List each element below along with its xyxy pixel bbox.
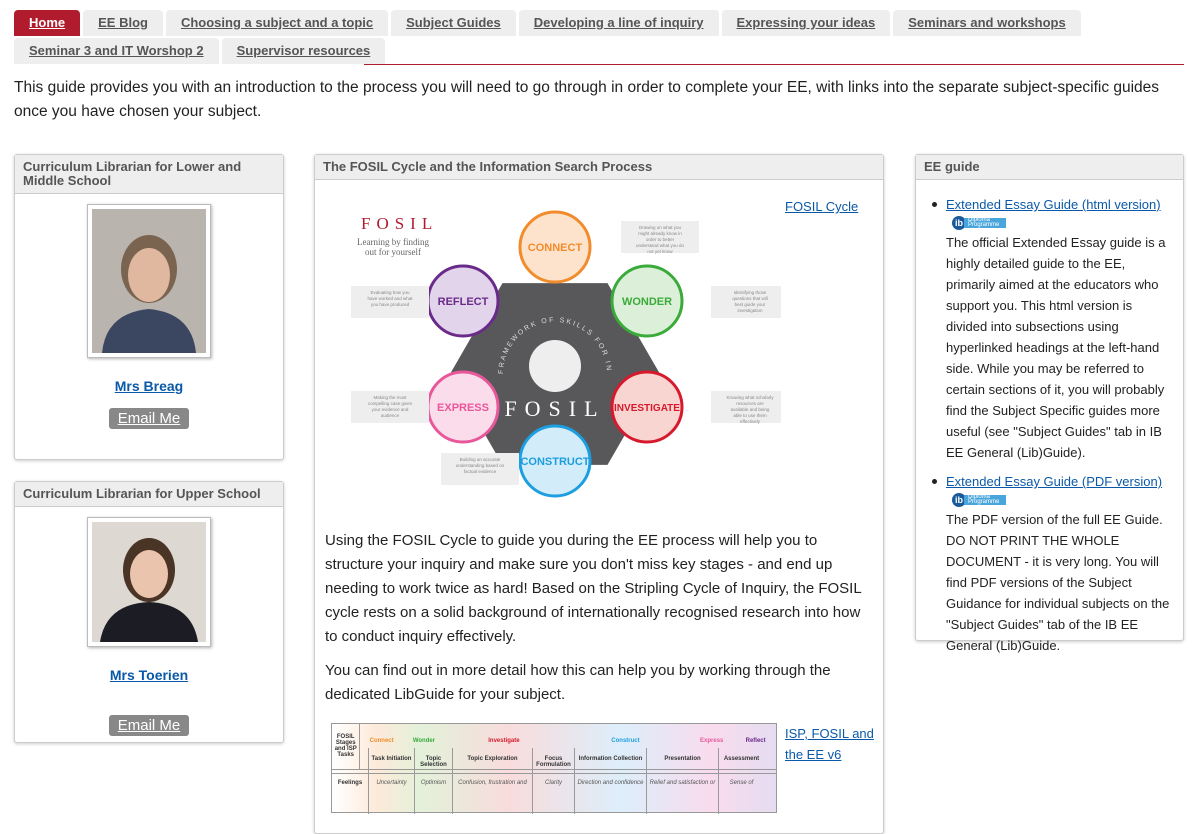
ee-guide-item: Extended Essay Guide (html version) ib Dip… — [932, 194, 1171, 463]
stage-label: INVESTIGATE — [614, 403, 680, 414]
librarian-box-upper: Curriculum Librarian for Upper School Mr… — [14, 481, 284, 743]
ib-logo: ib Diploma Programme — [952, 493, 1171, 507]
tab-expressing-your-ideas[interactable]: Expressing your ideas — [721, 10, 891, 36]
ee-guide-link[interactable]: Extended Essay Guide (html version) — [946, 197, 1161, 212]
tabs-divider — [364, 64, 1184, 65]
stage-note: Evaluating how you have worked and what yo… — [367, 290, 413, 307]
table-cell: Sense of — [718, 774, 764, 814]
tab-seminar-3-and-it-worshop-2[interactable]: Seminar 3 and IT Worshop 2 — [14, 38, 219, 64]
table-task-header: Presentation — [646, 748, 718, 773]
librarian-photo — [87, 204, 211, 358]
tab-ee-blog[interactable]: EE Blog — [83, 10, 163, 36]
ee-guide-description: The official Extended Essay guide is a h… — [946, 235, 1166, 460]
ee-guide-link[interactable]: Extended Essay Guide (PDF version) — [946, 474, 1162, 489]
table-cell: Uncertainty — [368, 774, 414, 814]
fosil-cycle-diagram[interactable]: FOSIL Learning by findingout for yourself… — [321, 191, 781, 511]
stage-note: Identifying those questions that will best… — [732, 290, 768, 313]
stage-label: CONNECT — [528, 242, 583, 254]
isp-fosil-ee-link[interactable]: ISP, FOSIL and the EE v6 — [785, 723, 875, 765]
table-task-header: Assessment — [718, 748, 764, 773]
table-cell: Direction and confidence — [574, 774, 646, 814]
librarian-name-link[interactable]: Mrs Toerien — [15, 667, 283, 683]
fosil-paragraph: You can find out in more detail how this… — [325, 662, 831, 703]
head-icon — [529, 340, 581, 392]
fosil-tagline: out for yourself — [365, 247, 421, 257]
stage-label: EXPRESS — [437, 402, 489, 414]
librarian-box-lower-middle: Curriculum Librarian for Lower and Middl… — [14, 154, 284, 460]
table-task-header: Topic Exploration — [452, 748, 532, 773]
tab-developing-a-line-of-inquiry[interactable]: Developing a line of inquiry — [518, 10, 719, 36]
tab-choosing-a-subject-and-a-topic[interactable]: Choosing a subject and a topic — [165, 10, 389, 36]
tab-seminars-and-workshops[interactable]: Seminars and workshops — [893, 10, 1081, 36]
tab-supervisor-resources[interactable]: Supervisor resources — [221, 38, 386, 64]
box-header: Curriculum Librarian for Lower and Middl… — [15, 155, 283, 194]
box-header: The FOSIL Cycle and the Information Sear… — [315, 155, 883, 180]
email-me-button[interactable]: Email Me — [108, 715, 190, 736]
fosil-text: Using the FOSIL Cycle to guide you durin… — [315, 529, 883, 707]
tab-home[interactable]: Home — [14, 10, 81, 36]
table-task-header: Focus Formulation — [532, 748, 574, 773]
fosil-box: The FOSIL Cycle and the Information Sear… — [314, 154, 884, 834]
ee-guide-item: Extended Essay Guide (PDF version) ib Dipl… — [932, 471, 1171, 656]
email-me-button[interactable]: Email Me — [108, 408, 190, 429]
fosil-tagline: Learning by finding — [357, 237, 429, 247]
ib-logo: ib Diploma Programme — [952, 216, 1171, 230]
ee-guide-box: EE guide Extended Essay Guide (html vers… — [915, 154, 1184, 653]
table-cell: Relief and satisfaction or — [646, 774, 718, 814]
table-cell: Optimism — [414, 774, 452, 814]
table-task-header: Task Initiation — [368, 748, 414, 773]
guide-tabs: Home EE Blog Choosing a subject and a topi… — [14, 10, 1184, 66]
fosil-logo-text: FOSIL — [361, 214, 438, 233]
intro-text: This guide provides you with an introduc… — [14, 79, 1160, 120]
fosil-center-text: FOSIL — [504, 396, 605, 421]
librarian-photo — [87, 517, 211, 647]
table-cell: Confusion, frustration and — [452, 774, 532, 814]
stage-label: REFLECT — [438, 296, 489, 308]
ee-guide-list: Extended Essay Guide (html version) ib Dip… — [916, 180, 1183, 656]
tab-subject-guides[interactable]: Subject Guides — [391, 10, 516, 36]
box-header: EE guide — [916, 155, 1183, 180]
librarian-name-link[interactable]: Mrs Breag — [15, 378, 283, 394]
stage-label: WONDER — [622, 296, 672, 308]
stage-label: CONSTRUCT — [520, 456, 589, 468]
table-cell: Clarity — [532, 774, 574, 814]
table-task-header: Topic Selection — [414, 748, 452, 773]
box-header: Curriculum Librarian for Upper School — [15, 482, 283, 507]
table-task-header: Information Collection — [574, 748, 646, 773]
table-row-label: Feelings — [337, 780, 363, 786]
fosil-paragraph: Using the FOSIL Cycle to guide you durin… — [325, 532, 862, 645]
ee-guide-description: The PDF version of the full EE Guide. DO… — [946, 512, 1170, 653]
fosil-cycle-link[interactable]: FOSIL Cycle — [785, 199, 858, 214]
